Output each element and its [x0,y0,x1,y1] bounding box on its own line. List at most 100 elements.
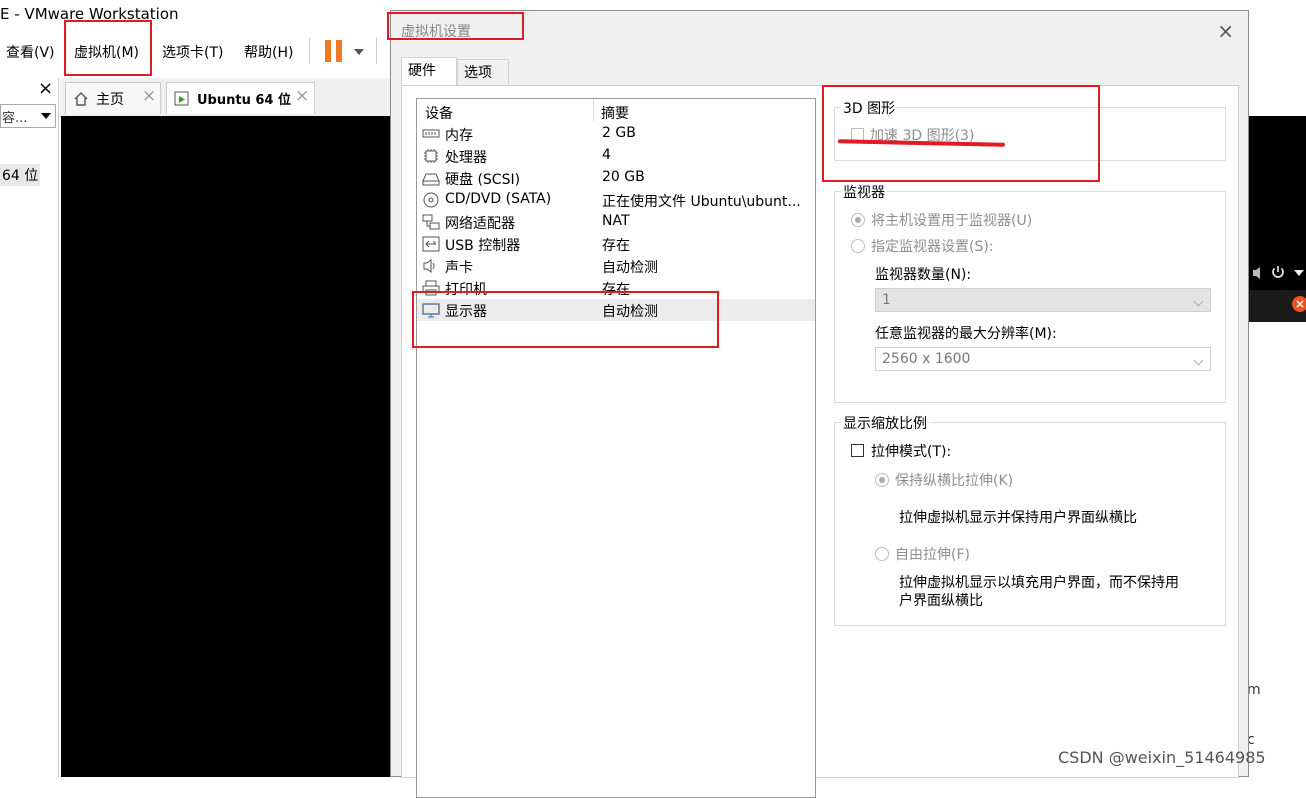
device-row-harddisk[interactable]: 硬盘 (SCSI) 20 GB [417,167,815,189]
app-title: E - VMware Workstation [0,5,179,23]
use-host-label[interactable]: 将主机设置用于监视器(U) [871,210,1032,230]
group-display-scaling: 显示缩放比例 拉伸模式(T): 保持纵横比拉伸(K) 拉伸虚拟机显示并保持用户界… [834,413,1226,626]
library-close-icon[interactable]: × [38,78,53,99]
close-icon[interactable]: × [1217,19,1234,43]
device-list[interactable]: 设备 摘要 内存 2 GB 处理器 4 硬盘 (SCSI) 20 GB CD/D… [416,98,816,798]
keep-ratio-radio[interactable] [875,473,889,487]
dialog-title: 虚拟机设置 [401,24,471,40]
device-row-display[interactable]: 显示器 自动检测 [417,299,815,321]
device-row-usb[interactable]: USB 控制器 存在 [417,233,815,255]
free-stretch-description-2: 户界面纵横比 [899,593,983,609]
dialog-body: 设备 摘要 内存 2 GB 处理器 4 硬盘 (SCSI) 20 GB CD/D… [401,85,1239,798]
chevron-down-icon [1193,355,1204,366]
device-summary: 存在 [602,238,630,254]
group-display-scaling-label: 显示缩放比例 [841,413,929,433]
device-row-memory[interactable]: 内存 2 GB [417,123,815,145]
stretch-mode-checkbox[interactable] [851,444,864,457]
harddisk-icon [422,173,440,186]
toolbar-divider-2 [376,38,377,64]
device-summary: 4 [602,147,611,163]
network-icon [422,214,440,230]
device-name: 声卡 [445,260,473,276]
group-monitor-label: 监视器 [841,182,887,202]
keep-ratio-description: 拉伸虚拟机显示并保持用户界面纵横比 [899,510,1137,526]
menu-tabs[interactable]: 选项卡(T) [162,42,223,62]
menu-view[interactable]: 查看(V) [6,42,55,62]
device-name: USB 控制器 [445,238,521,254]
device-row-printer[interactable]: 打印机 存在 [417,277,815,299]
library-search-text: 容... [2,111,28,126]
device-summary: 2 GB [602,125,636,141]
specify-monitor-radio[interactable] [851,239,865,253]
device-name: 处理器 [445,150,487,166]
device-summary: NAT [602,213,630,229]
menu-help[interactable]: 帮助(H) [244,42,293,62]
device-summary: 自动检测 [602,304,658,320]
device-row-sound[interactable]: 声卡 自动检测 [417,255,815,277]
library-search-input[interactable]: 容... [0,104,56,128]
menu-vm[interactable]: 虚拟机(M) [74,42,139,62]
tab-hardware[interactable]: 硬件 [401,57,457,85]
watermark: CSDN @weixin_51464985 [1058,748,1266,767]
free-stretch-radio[interactable] [875,547,889,561]
monitor-count-label: 监视器数量(N): [875,267,972,283]
printer-icon [422,280,440,296]
chevron-down-icon [1193,296,1204,307]
home-icon [74,92,88,106]
memory-icon [422,129,440,138]
background-panel-fragment: m c [1247,322,1306,777]
free-stretch-label[interactable]: 自由拉伸(F) [895,544,970,564]
toolbar-divider [309,38,310,64]
stretch-mode-label[interactable]: 拉伸模式(T): [871,441,951,461]
column-header-device: 设备 [425,106,453,122]
device-summary: 20 GB [602,169,645,185]
tab-ubuntu-close-icon[interactable]: × [295,86,309,106]
tab-home-close-icon[interactable]: × [142,86,156,106]
free-stretch-description-1: 拉伸虚拟机显示以填充用户界面，而不保持用 [899,575,1179,591]
device-summary: 存在 [602,282,630,298]
vm-settings-dialog: 虚拟机设置 × 硬件 选项 设备 摘要 内存 2 GB 处理器 4 硬盘 (SC… [390,10,1249,798]
chevron-down-icon [41,113,51,119]
max-resolution-value: 2560 x 1600 [882,351,971,367]
device-summary: 正在使用文件 Ubuntu\ubunt... [602,194,801,210]
vm-running-icon [174,91,189,106]
max-resolution-select[interactable]: 2560 x 1600 [875,347,1211,371]
column-divider [593,99,594,121]
use-host-radio[interactable] [851,213,865,227]
group-3d-graphics-label: 3D 图形 [841,98,898,118]
monitor-count-select[interactable]: 1 [875,288,1211,312]
device-name: 硬盘 (SCSI) [445,172,521,188]
tab-ubuntu-label: Ubuntu 64 位 [197,93,291,108]
tab-ubuntu[interactable]: Ubuntu 64 位 × [166,82,315,114]
keep-ratio-label[interactable]: 保持纵横比拉伸(K) [895,470,1013,490]
tab-strip: 主页 × Ubuntu 64 位 × [60,78,390,117]
column-header-summary: 摘要 [601,106,629,122]
tab-options[interactable]: 选项 [457,59,509,85]
specify-monitor-label[interactable]: 指定监视器设置(S): [871,236,994,256]
tab-home-label: 主页 [96,92,124,108]
pause-icon[interactable] [325,40,345,62]
cpu-icon [424,149,438,163]
monitor-count-value: 1 [882,292,891,308]
device-row-cddvd[interactable]: CD/DVD (SATA) 正在使用文件 Ubuntu\ubunt... [417,189,815,211]
power-icon[interactable] [1270,264,1286,280]
volume-icon[interactable] [1250,265,1266,281]
group-monitor: 监视器 将主机设置用于监视器(U) 指定监视器设置(S): 监视器数量(N): … [834,182,1226,403]
pause-dropdown-icon[interactable] [354,49,364,55]
device-summary: 自动检测 [602,260,658,276]
vm-display[interactable] [61,116,391,777]
device-name: 网络适配器 [445,216,515,232]
cd-icon [423,192,439,208]
close-circle-icon[interactable] [1292,296,1306,312]
device-row-processor[interactable]: 处理器 4 [417,145,815,167]
library-vm-item[interactable]: 64 位 [0,164,41,186]
max-resolution-label: 任意监视器的最大分辨率(M): [875,326,1057,342]
library-panel: × 容... 64 位 [0,78,59,777]
device-row-network[interactable]: 网络适配器 NAT [417,211,815,233]
group-3d-graphics: 3D 图形 加速 3D 图形(3) [834,98,1226,161]
speaker-icon [423,259,435,273]
right-text-fragment-1: m [1247,682,1261,698]
tab-home[interactable]: 主页 × [65,82,161,114]
device-name: 打印机 [445,282,487,298]
power-menu-chevron-icon[interactable] [1294,270,1304,276]
